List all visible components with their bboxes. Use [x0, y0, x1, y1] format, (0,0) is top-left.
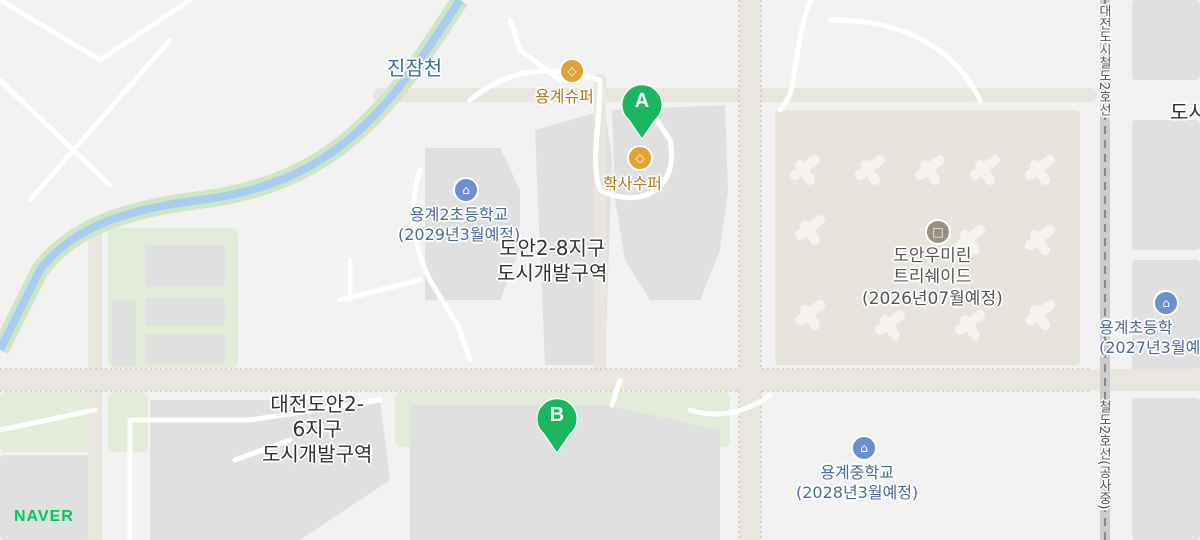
school-icon[interactable]: ⌂: [453, 177, 479, 203]
store-icon[interactable]: ◇: [559, 58, 585, 84]
school-label-yonggye[interactable]: 용계초등학 (2027년3월예: [1099, 318, 1200, 358]
school-icon[interactable]: ⌂: [851, 435, 877, 461]
school-icon[interactable]: ⌂: [1153, 290, 1179, 316]
apartment-label[interactable]: 도안우미린 트리쉐이드 (2026년07월예정): [862, 246, 1003, 310]
railway-label: 대전도시철도2호선: [1096, 4, 1111, 117]
marker-a[interactable]: A: [619, 84, 665, 140]
edge-label: 도시: [1170, 100, 1200, 124]
school-label-yonggye-middle[interactable]: 용계중학교 (2028년3월예정): [796, 463, 918, 503]
map-canvas[interactable]: 진잠천 ◇ 용계슈퍼 ◇ 학사수퍼 ⌂ 용계2초등학교 (2029년3월예정) 도…: [0, 0, 1200, 540]
store-label-yonggye[interactable]: 용계슈퍼: [535, 87, 594, 107]
district-label-2-6: 대전도안2- 6지구 도시개발구역: [262, 392, 373, 466]
district-label-2-8: 도안2-8지구 도시개발구역: [497, 236, 608, 285]
naver-logo[interactable]: NAVER: [14, 508, 74, 526]
stream-label: 진잠천: [387, 56, 443, 80]
right-blocks: [1132, 0, 1200, 540]
marker-a-letter: A: [634, 90, 650, 112]
apartment-icon[interactable]: □: [925, 219, 951, 245]
railway-label-construction: 철도2호선(공사중): [1096, 400, 1111, 510]
store-icon[interactable]: ◇: [627, 145, 653, 171]
store-label-haksa[interactable]: 학사수퍼: [603, 174, 662, 194]
marker-b-letter: B: [549, 404, 565, 426]
marker-b[interactable]: B: [534, 398, 580, 454]
